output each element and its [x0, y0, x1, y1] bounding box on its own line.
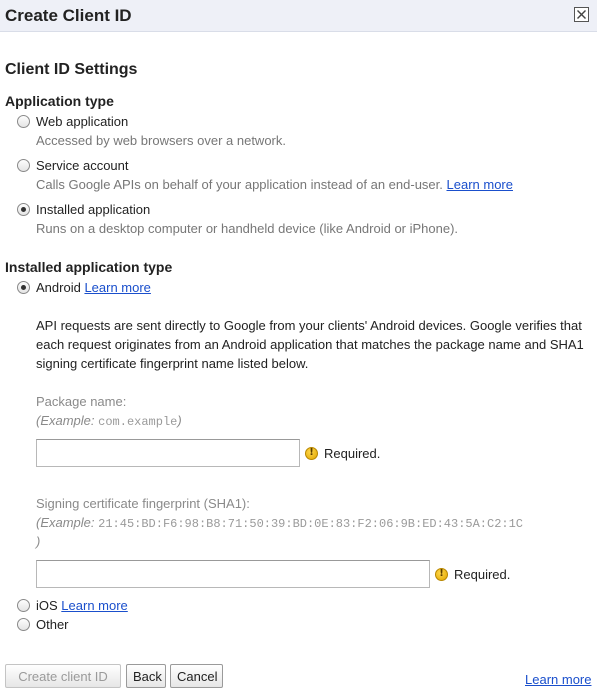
sha1-required-text: Required. [454, 567, 511, 582]
package-example-value: com.example [98, 415, 178, 429]
android-option: Android Learn more [36, 280, 151, 295]
service-account-radio[interactable] [17, 159, 30, 172]
android-label[interactable]: Android [36, 280, 81, 295]
other-label[interactable]: Other [36, 617, 69, 632]
ios-label[interactable]: iOS [36, 598, 58, 613]
create-client-id-button[interactable]: Create client ID [5, 664, 121, 688]
application-type-heading: Application type [5, 93, 114, 109]
ios-option: iOS Learn more [36, 598, 128, 613]
package-example-prefix: (Example: [36, 413, 99, 428]
package-name-input[interactable] [36, 439, 300, 467]
package-required-text: Required. [324, 446, 381, 461]
android-radio[interactable] [17, 281, 30, 294]
sha1-example: (Example: 21:45:BD:F6:98:B8:71:50:39:BD:… [36, 515, 523, 531]
sha1-example-prefix: (Example: [36, 515, 99, 530]
package-example-suffix: ) [177, 413, 182, 428]
warning-icon: ! [305, 447, 318, 460]
dialog-title: Create Client ID [5, 6, 132, 25]
sha1-example-suffix: ) [36, 534, 41, 549]
cancel-button[interactable]: Cancel [170, 664, 223, 688]
web-application-label[interactable]: Web application [36, 114, 128, 129]
installed-application-description: Runs on a desktop computer or handheld d… [36, 221, 459, 236]
web-application-description: Accessed by web browsers over a network. [36, 133, 286, 148]
section-title: Client ID Settings [5, 61, 138, 78]
service-account-description: Calls Google APIs on behalf of your appl… [36, 177, 513, 192]
dialog-titlebar: Create Client ID [0, 0, 597, 32]
close-icon [577, 10, 586, 19]
android-explanation: API requests are sent directly to Google… [36, 318, 584, 371]
sha1-label: Signing certificate fingerprint (SHA1): [36, 496, 250, 511]
footer-learn-more-link[interactable]: Learn more [525, 672, 591, 687]
service-account-learn-more-link[interactable]: Learn more [447, 177, 513, 192]
back-button[interactable]: Back [126, 664, 166, 688]
service-account-label[interactable]: Service account [36, 158, 129, 173]
ios-radio[interactable] [17, 599, 30, 612]
installed-application-label[interactable]: Installed application [36, 202, 150, 217]
installed-application-radio[interactable] [17, 203, 30, 216]
sha1-input[interactable] [36, 560, 430, 588]
close-button[interactable] [574, 7, 589, 22]
installed-type-heading: Installed application type [5, 259, 173, 275]
other-radio[interactable] [17, 618, 30, 631]
warning-icon: ! [435, 568, 448, 581]
android-learn-more-link[interactable]: Learn more [84, 280, 150, 295]
ios-learn-more-link[interactable]: Learn more [61, 598, 127, 613]
package-name-example: (Example: com.example) [36, 413, 182, 429]
package-name-label: Package name: [36, 394, 127, 409]
service-account-description-text: Calls Google APIs on behalf of your appl… [36, 177, 443, 192]
web-application-radio[interactable] [17, 115, 30, 128]
sha1-example-value: 21:45:BD:F6:98:B8:71:50:39:BD:0E:83:F2:0… [98, 517, 524, 531]
